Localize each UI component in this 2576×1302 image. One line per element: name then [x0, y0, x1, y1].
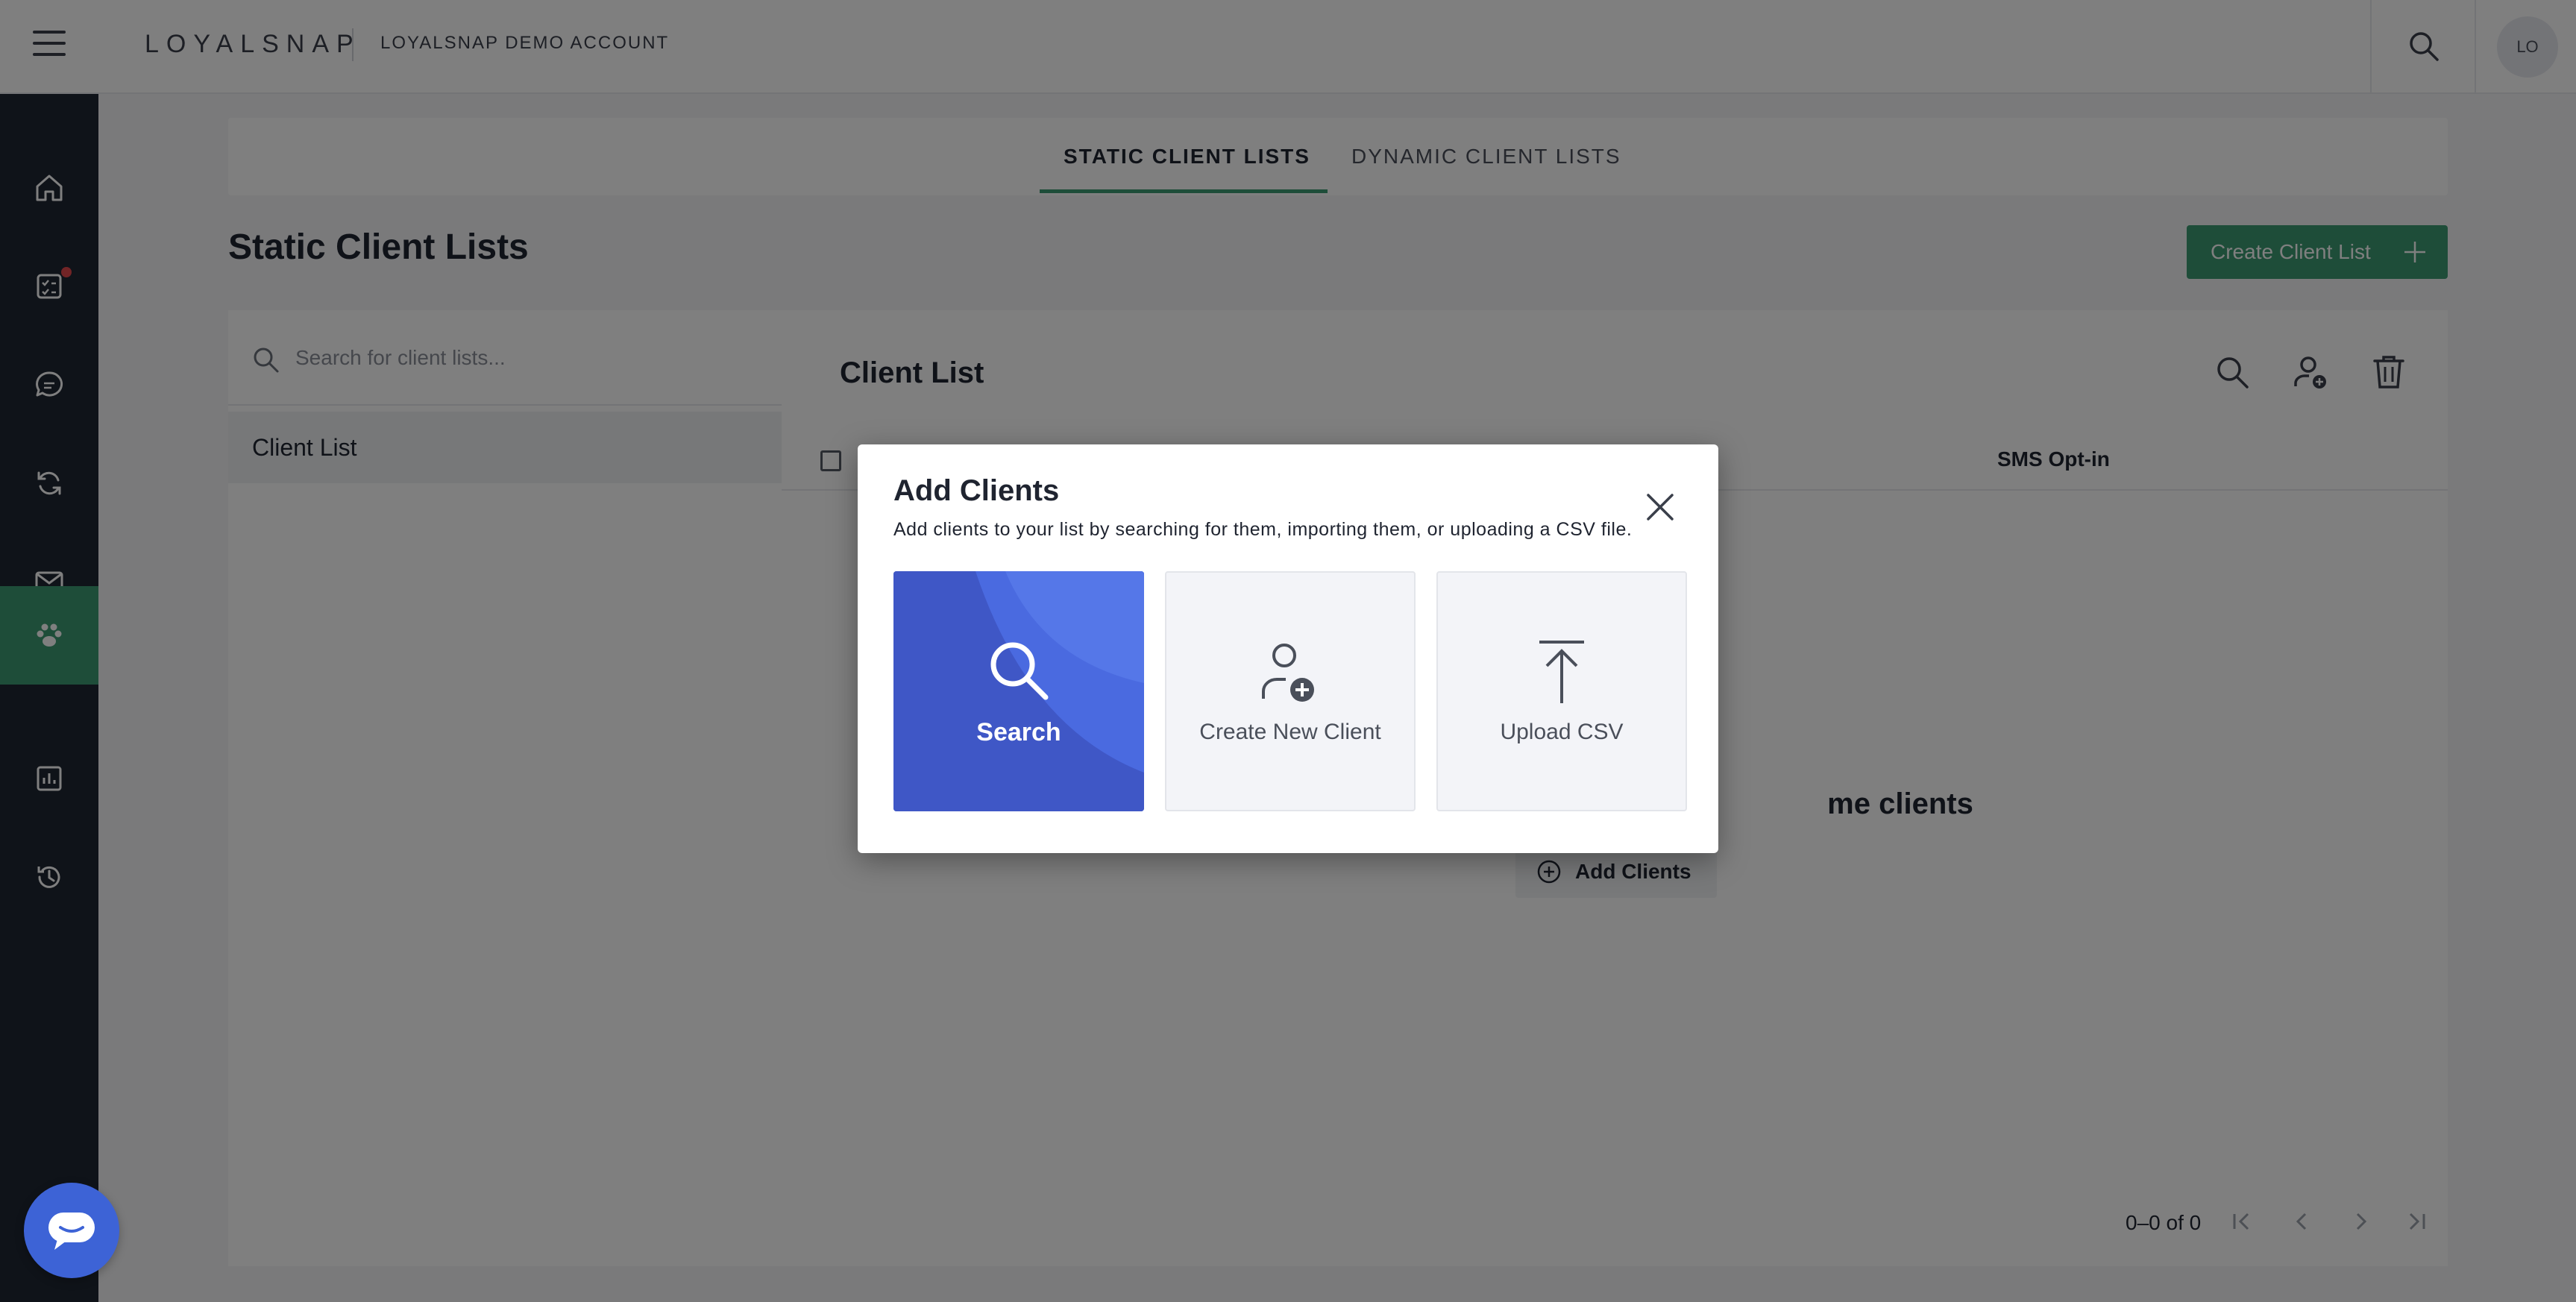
search-option-label: Search	[976, 717, 1061, 746]
upload-icon	[1539, 641, 1584, 703]
add-clients-dialog: Add Clients Add clients to your list by …	[858, 444, 1718, 853]
support-chat-button[interactable]	[24, 1183, 119, 1278]
close-icon[interactable]	[1644, 491, 1677, 523]
upload-csv-label: Upload CSV	[1500, 720, 1624, 744]
create-new-client-label: Create New Client	[1199, 720, 1381, 744]
create-new-client-option[interactable]: Create New Client	[1165, 571, 1416, 811]
search-icon	[990, 642, 1049, 699]
dialog-title: Add Clients	[893, 474, 1060, 507]
add-user-icon	[1262, 644, 1314, 702]
search-option[interactable]: Search	[893, 571, 1144, 811]
upload-csv-option[interactable]: Upload CSV	[1436, 571, 1687, 811]
chat-bubble-icon	[48, 1213, 95, 1250]
dialog-subtitle: Add clients to your list by searching fo…	[893, 519, 1633, 540]
